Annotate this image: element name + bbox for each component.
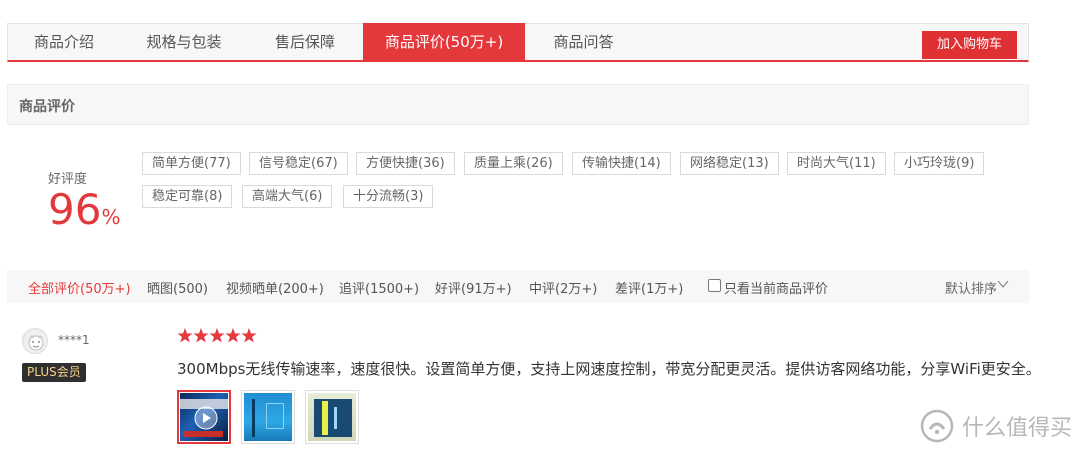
- review-tag[interactable]: 高端大气(6): [242, 185, 333, 208]
- only-current-product-checkbox[interactable]: [708, 279, 721, 292]
- star-icon: [241, 328, 257, 343]
- avatar: [22, 328, 48, 354]
- review-tag[interactable]: 十分流畅(3): [343, 185, 434, 208]
- review-tag[interactable]: 质量上乘(26): [464, 152, 563, 175]
- user-avatar-icon: [24, 330, 47, 353]
- rating-value: 96%: [48, 186, 120, 241]
- review-tag[interactable]: 信号稳定(67): [249, 152, 348, 175]
- add-to-cart-button[interactable]: 加入购物车: [922, 31, 1017, 59]
- rating-number: 96: [48, 185, 102, 234]
- review-tag[interactable]: 小巧玲珑(9): [894, 152, 985, 175]
- review-tag[interactable]: 网络稳定(13): [680, 152, 779, 175]
- reviews-section-header: 商品评价: [7, 84, 1029, 125]
- filter-positive[interactable]: 好评(91万+): [435, 278, 512, 297]
- sort-dropdown[interactable]: 默认排序: [945, 278, 997, 297]
- section-title: 商品评价: [19, 99, 75, 115]
- filter-neutral[interactable]: 中评(2万+): [529, 278, 597, 297]
- review-tag[interactable]: 方便快捷(36): [356, 152, 455, 175]
- reviewer-username: ****1: [58, 333, 90, 347]
- filter-all-reviews[interactable]: 全部评价(50万+): [28, 278, 131, 297]
- review-tag[interactable]: 简单方便(77): [142, 152, 241, 175]
- star-rating: [177, 328, 257, 343]
- tab-product-qa[interactable]: 商品问答: [525, 24, 642, 61]
- review-photo-thumbnail[interactable]: [305, 390, 359, 444]
- watermark-logo-icon: [920, 409, 954, 443]
- tab-after-sales[interactable]: 售后保障: [248, 24, 362, 61]
- star-icon: [225, 328, 241, 343]
- play-icon[interactable]: [194, 406, 218, 430]
- review-content: 300Mbps无线传输速率，速度很快。设置简单方便，支持上网速度控制，带宽分配更…: [177, 360, 1041, 378]
- filter-negative[interactable]: 差评(1万+): [615, 278, 683, 297]
- plus-member-badge: PLUS会员: [22, 363, 86, 382]
- chevron-down-icon[interactable]: [997, 279, 1009, 289]
- filter-video-reviews[interactable]: 视频晒单(200+): [226, 278, 324, 297]
- watermark: 什么值得买: [920, 404, 1072, 448]
- product-tab-bar: 商品介绍 规格与包装 售后保障 商品评价(50万+) 商品问答 加入购物车: [7, 23, 1029, 62]
- filter-with-photos[interactable]: 晒图(500): [147, 278, 208, 297]
- tab-spec-package[interactable]: 规格与包装: [120, 24, 248, 61]
- tab-product-intro[interactable]: 商品介绍: [8, 24, 120, 61]
- watermark-text: 什么值得买: [961, 416, 1072, 441]
- review-photo-thumbnail[interactable]: [241, 390, 295, 444]
- tab-product-reviews[interactable]: 商品评价(50万+): [363, 23, 525, 62]
- star-icon: [209, 328, 225, 343]
- review-tag[interactable]: 传输快捷(14): [572, 152, 671, 175]
- review-tag[interactable]: 时尚大气(11): [787, 152, 886, 175]
- filter-follow-up[interactable]: 追评(1500+): [339, 278, 419, 297]
- review-filter-bar: 全部评价(50万+) 晒图(500) 视频晒单(200+) 追评(1500+) …: [7, 270, 1029, 303]
- review-video-thumbnail[interactable]: [177, 390, 231, 444]
- review-tag[interactable]: 稳定可靠(8): [142, 185, 233, 208]
- rating-unit: %: [101, 205, 121, 229]
- only-current-product-label: 只看当前商品评价: [724, 282, 829, 297]
- star-icon: [177, 328, 193, 343]
- star-icon: [193, 328, 209, 343]
